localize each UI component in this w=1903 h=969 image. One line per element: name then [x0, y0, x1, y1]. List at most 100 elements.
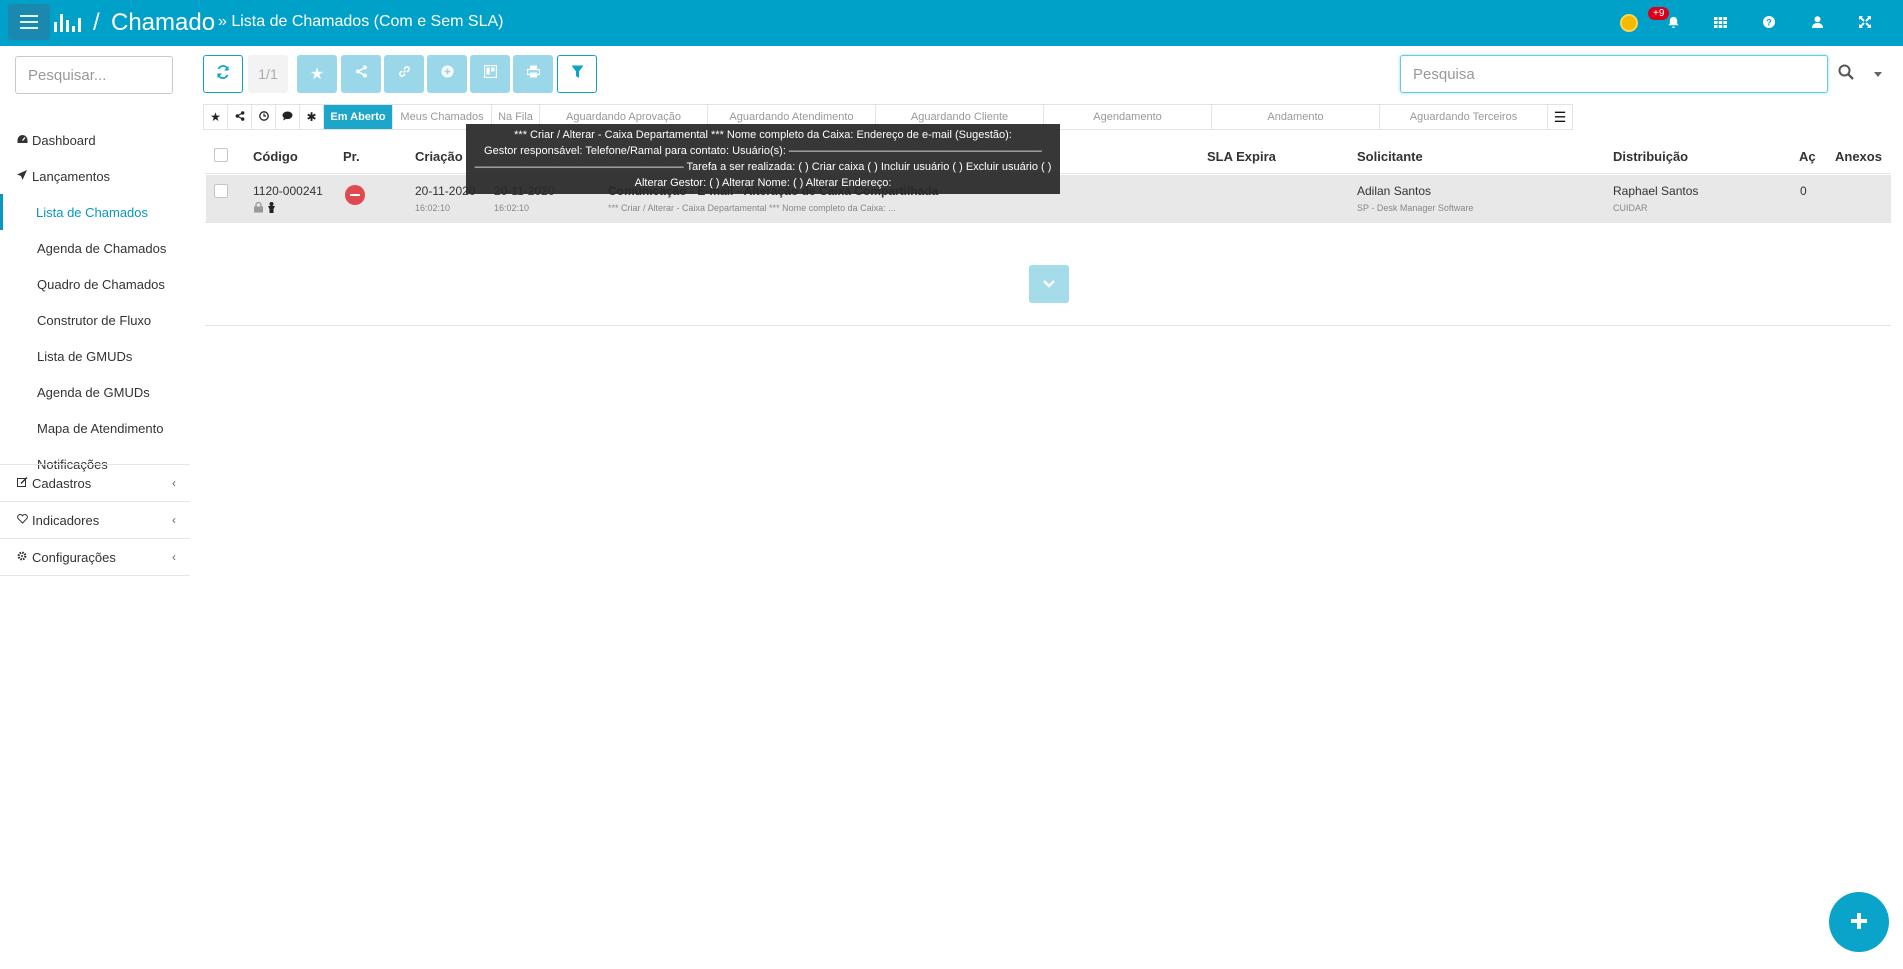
add-button[interactable] — [427, 55, 467, 93]
board-button[interactable] — [470, 55, 510, 93]
plus-circle-icon — [441, 65, 454, 83]
notification-badge: +9 — [1648, 7, 1670, 20]
search-icon[interactable] — [1838, 64, 1856, 82]
row-acoes: 0 — [1800, 184, 1807, 198]
sidebar-item-quadro-de-chamados[interactable]: Quadro de Chamados — [0, 266, 190, 302]
sidebar-item-cadastros[interactable]: Cadastros ‹ — [0, 465, 190, 501]
lock-icon — [253, 200, 264, 218]
column-header-acoes[interactable]: Aç — [1799, 149, 1816, 164]
module-title[interactable]: Chamado — [111, 9, 215, 37]
coin-icon[interactable] — [1620, 14, 1638, 32]
hamburger-menu-button[interactable] — [8, 4, 50, 40]
filter-icon — [571, 65, 584, 84]
sidebar-item-agenda-de-chamados[interactable]: Agenda de Chamados — [0, 230, 190, 266]
row-solicitante-empresa: SP - Desk Manager Software — [1357, 203, 1474, 213]
column-header-solicitante[interactable]: Solicitante — [1357, 149, 1423, 164]
help-icon[interactable]: ? — [1762, 15, 1776, 29]
asterisk-icon: ✱ — [306, 110, 317, 124]
row-checkbox[interactable] — [214, 184, 228, 198]
star-icon: ★ — [309, 66, 325, 83]
tab-em-aberto[interactable]: Em Aberto — [324, 105, 393, 129]
column-header-sla-expira[interactable]: SLA Expira — [1207, 149, 1276, 164]
refresh-button[interactable] — [203, 55, 243, 93]
tab-comments[interactable] — [276, 105, 300, 129]
tab-favorites[interactable]: ★ — [204, 105, 228, 129]
tab-clock[interactable] — [252, 105, 276, 129]
user-icon[interactable] — [1810, 15, 1824, 29]
column-header-codigo[interactable]: Código — [253, 149, 298, 164]
top-bar: / Chamado » Lista de Chamados (Com e Sem… — [0, 0, 1903, 46]
filter-button[interactable] — [557, 55, 597, 93]
tab-aguardando-terceiros[interactable]: Aguardando Terceiros — [1380, 105, 1548, 129]
tab-all[interactable]: ✱ — [300, 105, 324, 129]
chevron-left-icon: ‹ — [172, 513, 176, 527]
page-title: » Lista de Chamados (Com e Sem SLA) — [218, 13, 504, 30]
print-icon — [526, 65, 540, 83]
dashboard-icon — [16, 134, 28, 147]
tooltip-line: Gestor responsável: Telefone/Ramal para … — [484, 145, 1042, 157]
priority-icon — [345, 185, 365, 205]
row-solicitante: Adilan Santos — [1357, 184, 1432, 198]
sidebar-item-label: Indicadores — [32, 512, 100, 528]
row-col2-hora: 16:02:10 — [494, 203, 530, 213]
column-header-anexos[interactable]: Anexos — [1835, 149, 1882, 164]
breadcrumb-separator: / — [93, 9, 100, 36]
column-header-prioridade[interactable]: Pr. — [343, 149, 360, 164]
trello-icon — [483, 64, 497, 83]
share-icon — [235, 110, 245, 124]
paper-plane-icon — [16, 169, 28, 183]
sidebar-search-input[interactable]: Pesquisar... — [15, 56, 173, 94]
favorite-button[interactable]: ★ — [297, 55, 337, 93]
sidebar-item-label: Cadastros — [32, 475, 92, 491]
select-all-checkbox[interactable] — [214, 148, 228, 162]
tab-andamento[interactable]: Andamento — [1212, 105, 1380, 129]
gear-icon — [16, 551, 28, 564]
chevron-left-icon: ‹ — [172, 476, 176, 490]
print-button[interactable] — [513, 55, 553, 93]
sidebar-item-mapa-de-atendimento[interactable]: Mapa de Atendimento — [0, 410, 190, 446]
row-distribuicao: Raphael Santos — [1613, 184, 1699, 198]
row-criacao-hora: 16:02:10 — [415, 203, 451, 213]
row-descricao: *** Criar / Alterar - Caixa Departamenta… — [608, 203, 896, 213]
new-ticket-button[interactable] — [1829, 892, 1889, 952]
app-logo[interactable] — [54, 10, 81, 32]
row-codigo[interactable]: 1120-000241 — [253, 184, 323, 198]
svg-text:?: ? — [1766, 17, 1772, 27]
tab-menu[interactable]: ☰ — [1548, 105, 1572, 129]
sidebar-item-agenda-de-gmuds[interactable]: Agenda de GMUDs — [0, 374, 190, 410]
column-header-criacao[interactable]: Criação — [415, 149, 463, 164]
fullscreen-icon[interactable] — [1858, 15, 1872, 29]
search-input[interactable]: Pesquisa — [1400, 55, 1828, 93]
refresh-icon — [216, 64, 230, 84]
load-more-button[interactable] — [1029, 265, 1069, 303]
link-button[interactable] — [384, 55, 424, 93]
list-icon: ☰ — [1553, 108, 1567, 125]
edit-icon — [16, 476, 28, 490]
sidebar-item-indicadores[interactable]: Indicadores ‹ — [0, 502, 190, 538]
share-button[interactable] — [341, 55, 381, 93]
chevron-down-icon[interactable] — [1874, 72, 1882, 77]
column-header-distribuicao[interactable]: Distribuição — [1613, 149, 1688, 164]
sidebar-item-dashboard[interactable]: Dashboard — [0, 122, 190, 158]
sidebar-item-lista-de-gmuds[interactable]: Lista de GMUDs — [0, 338, 190, 374]
sidebar-item-label: Lançamentos — [32, 168, 111, 184]
heart-icon — [16, 513, 28, 527]
bell-icon[interactable] — [1666, 15, 1680, 29]
sidebar-item-construtor-de-fluxo[interactable]: Construtor de Fluxo — [0, 302, 190, 338]
menu-icon — [20, 15, 38, 29]
row-distribuicao-grupo: CUIDAR — [1613, 203, 1648, 213]
sidebar-item-label: Configurações — [32, 549, 116, 565]
grid-icon[interactable] — [1713, 15, 1727, 29]
share-icon — [355, 65, 368, 83]
tab-shared[interactable] — [228, 105, 252, 129]
sidebar-item-configuracoes[interactable]: Configurações ‹ — [0, 539, 190, 575]
tooltip-line: Alterar Gestor: ( ) Alterar Nome: ( ) Al… — [634, 177, 892, 189]
description-tooltip: *** Criar / Alterar - Caixa Departamenta… — [466, 124, 1060, 194]
tooltip-line: *** Criar / Alterar - Caixa Departamenta… — [514, 129, 1012, 141]
sidebar-item-lancamentos[interactable]: Lançamentos — [0, 158, 190, 194]
sidebar-item-lista-de-chamados[interactable]: Lista de Chamados — [0, 194, 190, 230]
chevron-down-icon — [1043, 275, 1055, 293]
tab-agendamento[interactable]: Agendamento — [1044, 105, 1212, 129]
tooltip-line: ——————————————————— Tarefa a ser realiza… — [474, 161, 1052, 173]
divider — [205, 222, 1891, 223]
